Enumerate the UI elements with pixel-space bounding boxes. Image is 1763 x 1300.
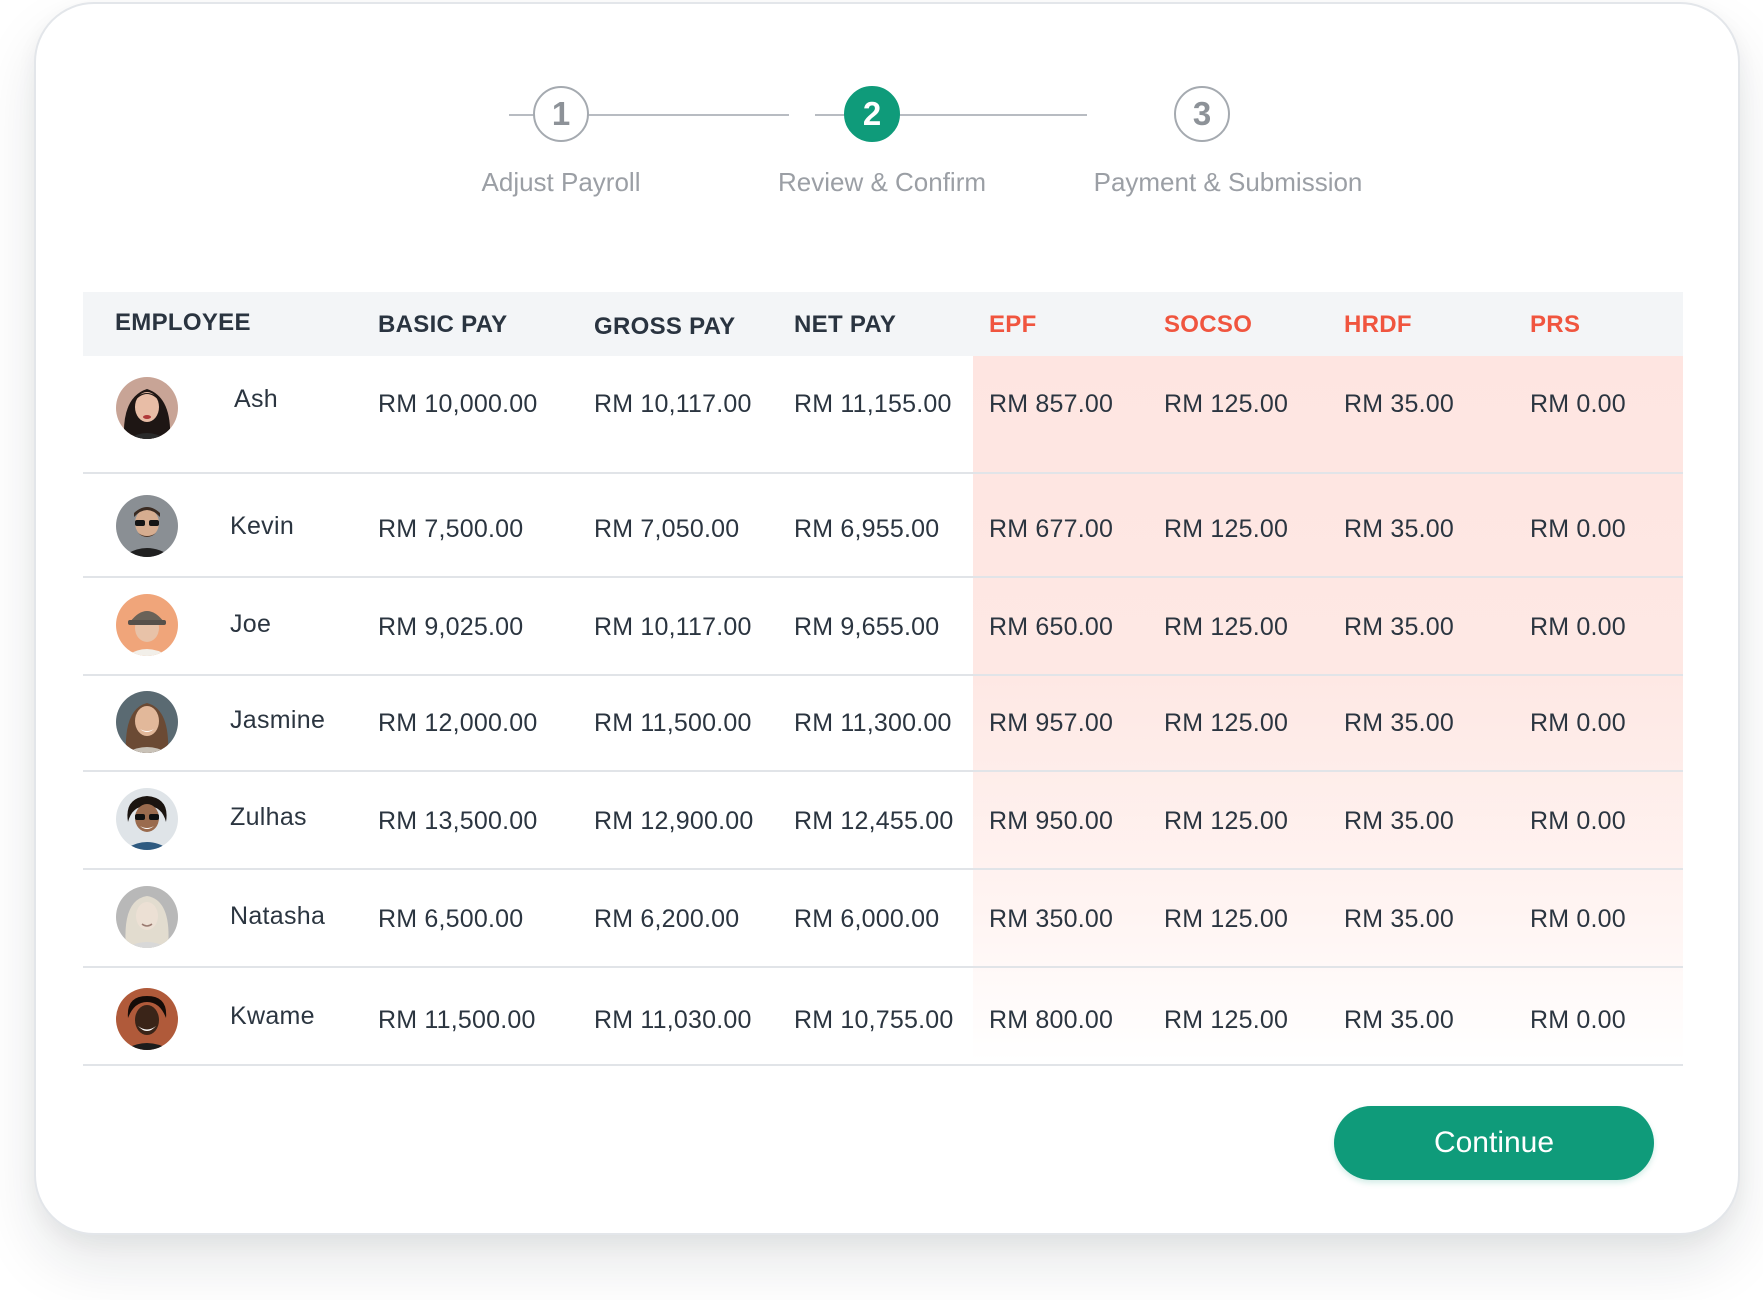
socso-cell: RM 125.00 [1164,1006,1289,1034]
employee-name: Joe [230,610,272,638]
header-basic-pay: BASIC PAY [378,311,508,338]
header-socso: SOCSO [1164,311,1253,338]
table-row[interactable]: Jasmine RM 12,000.00 RM 11,500.00 RM 11,… [83,676,1683,772]
basic-pay-cell: RM 10,000.00 [378,390,538,418]
epf-cell: RM 350.00 [989,905,1114,933]
hrdf-cell: RM 35.00 [1344,390,1454,418]
table-row[interactable]: Kevin RM 7,500.00 RM 7,050.00 RM 6,955.0… [83,474,1683,578]
basic-pay-cell: RM 7,500.00 [378,515,524,543]
header-hrdf: HRDF [1344,311,1412,338]
step-3-label: Payment & Submission [1093,167,1363,197]
hrdf-cell: RM 35.00 [1344,1006,1454,1034]
prs-cell: RM 0.00 [1530,390,1626,418]
epf-cell: RM 650.00 [989,613,1114,641]
net-pay-cell: RM 11,155.00 [794,390,952,418]
net-pay-cell: RM 9,655.00 [794,613,940,641]
socso-cell: RM 125.00 [1164,390,1289,418]
hrdf-cell: RM 35.00 [1344,905,1454,933]
step-1-indicator[interactable]: 1 [533,86,589,142]
table-row[interactable]: Ash RM 10,000.00 RM 10,117.00 RM 11,155.… [83,356,1683,474]
gross-pay-cell: RM 6,200.00 [594,905,740,933]
socso-cell: RM 125.00 [1164,515,1289,543]
hrdf-cell: RM 35.00 [1344,515,1454,543]
gross-pay-cell: RM 11,500.00 [594,709,752,737]
header-employee: EMPLOYEE [115,309,251,336]
step-2-label: Review & Confirm [777,167,987,197]
avatar [116,377,178,439]
continue-button[interactable]: Continue [1334,1106,1654,1180]
step-1-label: Adjust Payroll [481,167,641,197]
prs-cell: RM 0.00 [1530,709,1626,737]
employee-name: Kevin [230,512,295,540]
gross-pay-cell: RM 7,050.00 [594,515,740,543]
employee-name: Natasha [230,902,326,930]
avatar [116,988,178,1050]
table-row[interactable]: Kwame RM 11,500.00 RM 11,030.00 RM 10,75… [83,968,1683,1066]
hrdf-cell: RM 35.00 [1344,613,1454,641]
net-pay-cell: RM 12,455.00 [794,807,954,835]
header-epf: EPF [989,311,1037,338]
employee-name: Ash [234,385,278,413]
header-gross-pay: GROSS PAY [594,313,736,340]
gross-pay-cell: RM 10,117.00 [594,390,752,418]
avatar [116,788,178,850]
socso-cell: RM 125.00 [1164,613,1289,641]
basic-pay-cell: RM 13,500.00 [378,807,538,835]
avatar [116,886,178,948]
hrdf-cell: RM 35.00 [1344,807,1454,835]
employee-name: Zulhas [230,803,307,831]
net-pay-cell: RM 11,300.00 [794,709,952,737]
basic-pay-cell: RM 11,500.00 [378,1006,536,1034]
prs-cell: RM 0.00 [1530,515,1626,543]
epf-cell: RM 957.00 [989,709,1114,737]
table-row[interactable]: Zulhas RM 13,500.00 RM 12,900.00 RM 12,4… [83,772,1683,870]
step-3-indicator[interactable]: 3 [1174,86,1230,142]
gross-pay-cell: RM 10,117.00 [594,613,752,641]
header-prs: PRS [1530,311,1581,338]
net-pay-cell: RM 10,755.00 [794,1006,954,1034]
step-2-indicator[interactable]: 2 [844,86,900,142]
payroll-card: 1 2 3 Adjust Payroll Review & Confirm Pa… [34,2,1740,1235]
basic-pay-cell: RM 6,500.00 [378,905,524,933]
gross-pay-cell: RM 11,030.00 [594,1006,752,1034]
avatar [116,495,178,557]
employee-name: Kwame [230,1002,315,1030]
net-pay-cell: RM 6,955.00 [794,515,940,543]
epf-cell: RM 950.00 [989,807,1114,835]
avatar [116,691,178,753]
prs-cell: RM 0.00 [1530,613,1626,641]
table-header: EMPLOYEE BASIC PAY GROSS PAY NET PAY EPF… [83,292,1683,356]
socso-cell: RM 125.00 [1164,709,1289,737]
prs-cell: RM 0.00 [1530,1006,1626,1034]
prs-cell: RM 0.00 [1530,905,1626,933]
epf-cell: RM 800.00 [989,1006,1114,1034]
socso-cell: RM 125.00 [1164,905,1289,933]
table-row[interactable]: Joe RM 9,025.00 RM 10,117.00 RM 9,655.00… [83,578,1683,676]
hrdf-cell: RM 35.00 [1344,709,1454,737]
table-row[interactable]: Natasha RM 6,500.00 RM 6,200.00 RM 6,000… [83,870,1683,968]
progress-stepper: 1 2 3 Adjust Payroll Review & Confirm Pa… [36,4,1738,234]
avatar [116,594,178,656]
epf-cell: RM 857.00 [989,390,1114,418]
header-net-pay: NET PAY [794,311,897,338]
prs-cell: RM 0.00 [1530,807,1626,835]
employee-name: Jasmine [230,706,326,734]
socso-cell: RM 125.00 [1164,807,1289,835]
basic-pay-cell: RM 9,025.00 [378,613,524,641]
gross-pay-cell: RM 12,900.00 [594,807,754,835]
epf-cell: RM 677.00 [989,515,1114,543]
net-pay-cell: RM 6,000.00 [794,905,940,933]
basic-pay-cell: RM 12,000.00 [378,709,538,737]
